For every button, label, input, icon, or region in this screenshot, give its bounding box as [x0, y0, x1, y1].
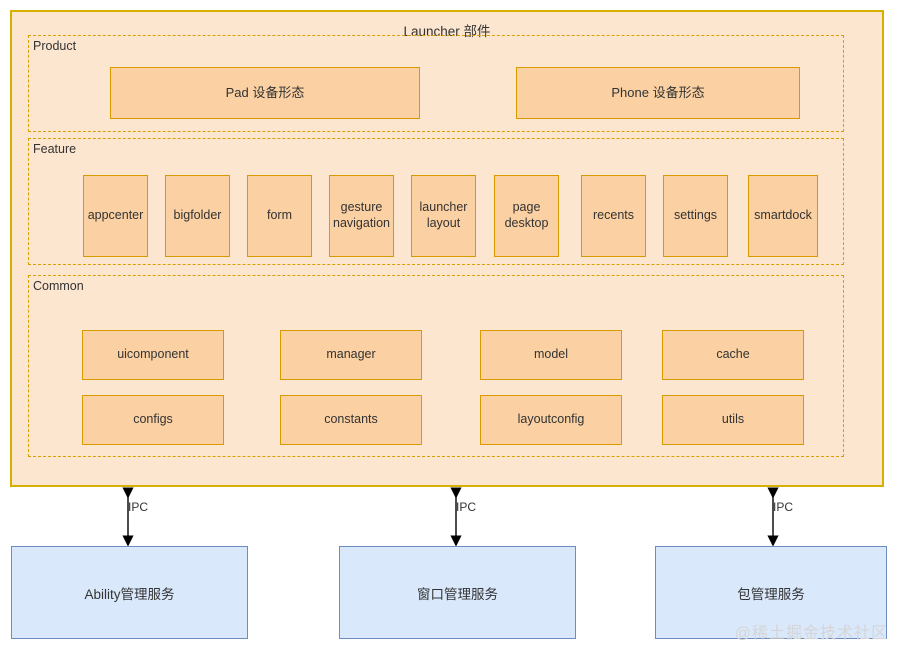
connector-ipc-label: IPC — [456, 500, 477, 514]
connector-ipc-package: IPC — [763, 485, 823, 549]
group-product-label: Product — [33, 39, 77, 53]
feature-item-appcenter[interactable]: appcenter — [83, 175, 148, 257]
double-arrow-icon — [450, 487, 462, 547]
connector-ipc-window: IPC — [446, 485, 506, 549]
watermark: @稀土掘金技术社区 — [734, 625, 888, 642]
common-item-manager[interactable]: manager — [280, 330, 422, 380]
common-item-model[interactable]: model — [480, 330, 622, 380]
connector-ipc-ability: IPC — [118, 485, 178, 549]
feature-item-form[interactable]: form — [247, 175, 312, 257]
double-arrow-icon — [767, 487, 779, 547]
feature-item-page-desktop[interactable]: page desktop — [494, 175, 559, 257]
service-ability-manager[interactable]: Ability管理服务 — [11, 546, 248, 639]
common-item-configs[interactable]: configs — [82, 395, 224, 445]
feature-item-bigfolder[interactable]: bigfolder — [165, 175, 230, 257]
service-window-manager[interactable]: 窗口管理服务 — [339, 546, 576, 639]
common-item-uicomponent[interactable]: uicomponent — [82, 330, 224, 380]
feature-item-smartdock[interactable]: smartdock — [748, 175, 818, 257]
double-arrow-icon — [122, 487, 134, 547]
group-feature-label: Feature — [33, 142, 77, 156]
group-common-label: Common — [33, 279, 84, 293]
common-item-utils[interactable]: utils — [662, 395, 804, 445]
common-item-constants[interactable]: constants — [280, 395, 422, 445]
product-item-pad[interactable]: Pad 设备形态 — [110, 67, 420, 119]
feature-item-recents[interactable]: recents — [581, 175, 646, 257]
connector-ipc-label: IPC — [773, 500, 794, 514]
common-item-cache[interactable]: cache — [662, 330, 804, 380]
feature-item-settings[interactable]: settings — [663, 175, 728, 257]
connector-ipc-label: IPC — [128, 500, 149, 514]
architecture-diagram: Launcher 部件 Product Pad 设备形态 Phone 设备形态 … — [0, 0, 898, 649]
feature-item-launcher-layout[interactable]: launcher layout — [411, 175, 476, 257]
product-item-phone[interactable]: Phone 设备形态 — [516, 67, 800, 119]
common-item-layoutconfig[interactable]: layoutconfig — [480, 395, 622, 445]
feature-item-gesture-navigation[interactable]: gesture navigation — [329, 175, 394, 257]
